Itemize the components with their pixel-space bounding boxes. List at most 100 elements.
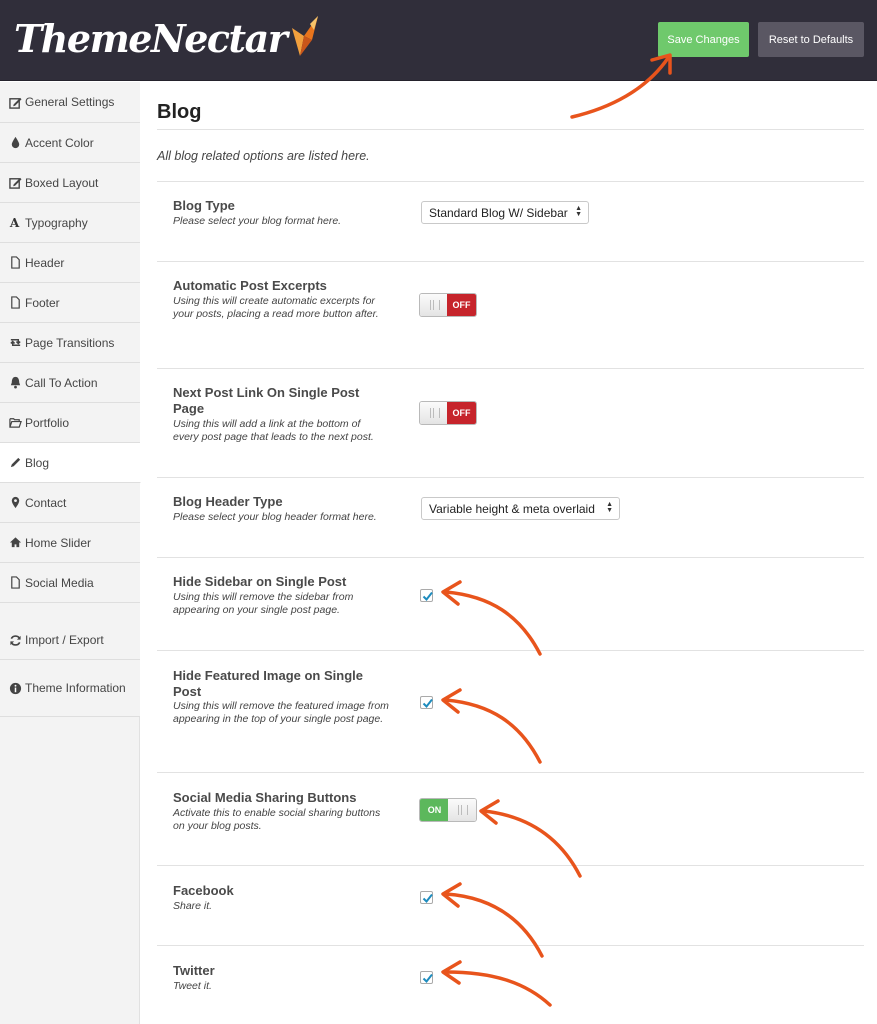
- checkmark-icon: [422, 591, 433, 602]
- sidebar-item-label: Import / Export: [25, 633, 104, 647]
- switch-state-label: OFF: [447, 294, 476, 316]
- sidebar-item-label: Social Media: [25, 575, 94, 590]
- sidebar-item-label: Call To Action: [25, 375, 98, 390]
- retweet-icon: [8, 336, 22, 350]
- file-icon: [8, 296, 22, 310]
- switch-knob: [448, 799, 476, 821]
- twitter-checkbox[interactable]: [420, 971, 433, 984]
- page-title: Blog: [157, 101, 202, 123]
- origami-bird-icon: [290, 10, 320, 63]
- select-value: Variable height & meta overlaid: [429, 501, 595, 516]
- sidebar-item-label: Header: [25, 255, 65, 270]
- facebook-checkbox[interactable]: [420, 891, 433, 904]
- switch-knob: [420, 294, 448, 316]
- main-content: Blog All blog related options are listed…: [141, 82, 877, 1024]
- refresh-icon: [8, 633, 22, 647]
- hide-sidebar-checkbox[interactable]: [420, 589, 433, 602]
- sidebar-item-import-export[interactable]: Import / Export: [0, 603, 140, 660]
- home-icon: [8, 536, 22, 550]
- edit-icon: [8, 176, 22, 190]
- option-title: Hide Sidebar on Single Post: [173, 574, 347, 589]
- switch-state-label: ON: [420, 799, 449, 821]
- option-description: Using this will create automatic excerpt…: [173, 295, 379, 320]
- divider: [157, 181, 864, 182]
- divider: [157, 650, 864, 651]
- sidebar-item-accent-color[interactable]: Accent Color: [0, 123, 140, 163]
- sidebar-item-label: Contact: [25, 495, 67, 510]
- divider: [157, 368, 864, 369]
- divider: [157, 129, 864, 130]
- blog-type-select[interactable]: Standard Blog W/ Sidebar ▲ ▼: [421, 201, 589, 224]
- sidebar: General Settings Accent Color Boxed Layo…: [0, 82, 141, 1024]
- option-description: Please select your blog header format he…: [173, 511, 377, 523]
- info-icon: [8, 681, 22, 695]
- reset-to-defaults-button[interactable]: Reset to Defaults: [758, 22, 864, 57]
- pencil-icon: [8, 456, 22, 470]
- option-title: Social Media Sharing Buttons: [173, 790, 357, 805]
- option-title: Automatic Post Excerpts: [173, 278, 327, 293]
- select-value: Standard Blog W/ Sidebar: [429, 205, 568, 220]
- logo: ThemeNectar: [14, 14, 320, 63]
- sidebar-item-label: Page Transitions: [25, 335, 115, 350]
- sidebar-item-header[interactable]: Header: [0, 243, 140, 283]
- divider: [157, 261, 864, 262]
- sidebar-item-label: Blog: [25, 455, 50, 470]
- blog-header-type-select[interactable]: Variable height & meta overlaid ▲ ▼: [421, 497, 620, 520]
- divider: [157, 945, 864, 946]
- save-changes-button[interactable]: Save Changes: [658, 22, 749, 57]
- option-description: Share it.: [173, 900, 213, 912]
- sidebar-item-call-to-action[interactable]: Call To Action: [0, 363, 140, 403]
- option-description: Please select your blog format here.: [173, 215, 342, 227]
- sidebar-item-label: Accent Color: [25, 135, 94, 150]
- option-title: Twitter: [173, 963, 215, 978]
- sidebar-item-social-media[interactable]: Social Media: [0, 563, 140, 603]
- switch-knob: [420, 402, 448, 424]
- sidebar-item-label: Home Slider: [25, 535, 92, 550]
- hide-featured-image-checkbox[interactable]: [420, 696, 433, 709]
- divider: [157, 557, 864, 558]
- sidebar-item-label: Portfolio: [25, 415, 70, 430]
- sidebar-item-page-transitions[interactable]: Page Transitions: [0, 323, 140, 363]
- sidebar-item-theme-information[interactable]: Theme Information: [0, 660, 140, 717]
- checkmark-icon: [422, 893, 433, 904]
- sidebar-item-home-slider[interactable]: Home Slider: [0, 523, 140, 563]
- drop-icon: [8, 136, 22, 150]
- logo-text: ThemeNectar: [14, 16, 288, 61]
- select-caret-icon: ▲ ▼: [606, 501, 613, 514]
- social-media-sharing-switch[interactable]: ON: [419, 798, 477, 822]
- next-post-link-switch[interactable]: OFF: [419, 401, 477, 425]
- edit-icon: [8, 95, 22, 109]
- divider: [157, 865, 864, 866]
- file-icon: [8, 256, 22, 270]
- option-title: Facebook: [173, 883, 234, 898]
- bell-icon: [8, 376, 22, 390]
- sidebar-item-portfolio[interactable]: Portfolio: [0, 403, 140, 443]
- page-description: All blog related options are listed here…: [157, 149, 370, 163]
- sidebar-item-label: Footer: [25, 295, 60, 310]
- sidebar-item-general-settings[interactable]: General Settings: [0, 82, 140, 123]
- option-title: Next Post Link On Single Post Page: [173, 385, 360, 416]
- divider: [157, 477, 864, 478]
- sidebar-item-footer[interactable]: Footer: [0, 283, 140, 323]
- sidebar-item-label: Boxed Layout: [25, 175, 99, 190]
- top-bar: ThemeNectar Save Changes Reset to Defaul…: [0, 0, 877, 81]
- automatic-post-excerpts-switch[interactable]: OFF: [419, 293, 477, 317]
- file-icon: [8, 576, 22, 590]
- option-description: Using this will remove the sidebar from …: [173, 591, 354, 616]
- option-title: Blog Header Type: [173, 494, 283, 509]
- theme-options-panel: ThemeNectar Save Changes Reset to Defaul…: [0, 0, 877, 1024]
- option-title: Blog Type: [173, 198, 235, 213]
- checkmark-icon: [422, 698, 433, 709]
- option-title: Hide Featured Image on Single Post: [173, 668, 363, 699]
- sidebar-item-boxed-layout[interactable]: Boxed Layout: [0, 163, 140, 203]
- folder-open-icon: [8, 416, 22, 430]
- sidebar-item-label: Typography: [25, 215, 88, 230]
- sidebar-item-blog[interactable]: Blog: [0, 443, 141, 483]
- sidebar-item-typography[interactable]: A Typography: [0, 203, 140, 243]
- option-description: Using this will add a link at the bottom…: [173, 418, 374, 443]
- checkmark-icon: [422, 973, 433, 984]
- sidebar-item-contact[interactable]: Contact: [0, 483, 140, 523]
- svg-text:A: A: [9, 216, 20, 229]
- option-description: Tweet it.: [173, 980, 212, 992]
- map-marker-icon: [8, 496, 22, 510]
